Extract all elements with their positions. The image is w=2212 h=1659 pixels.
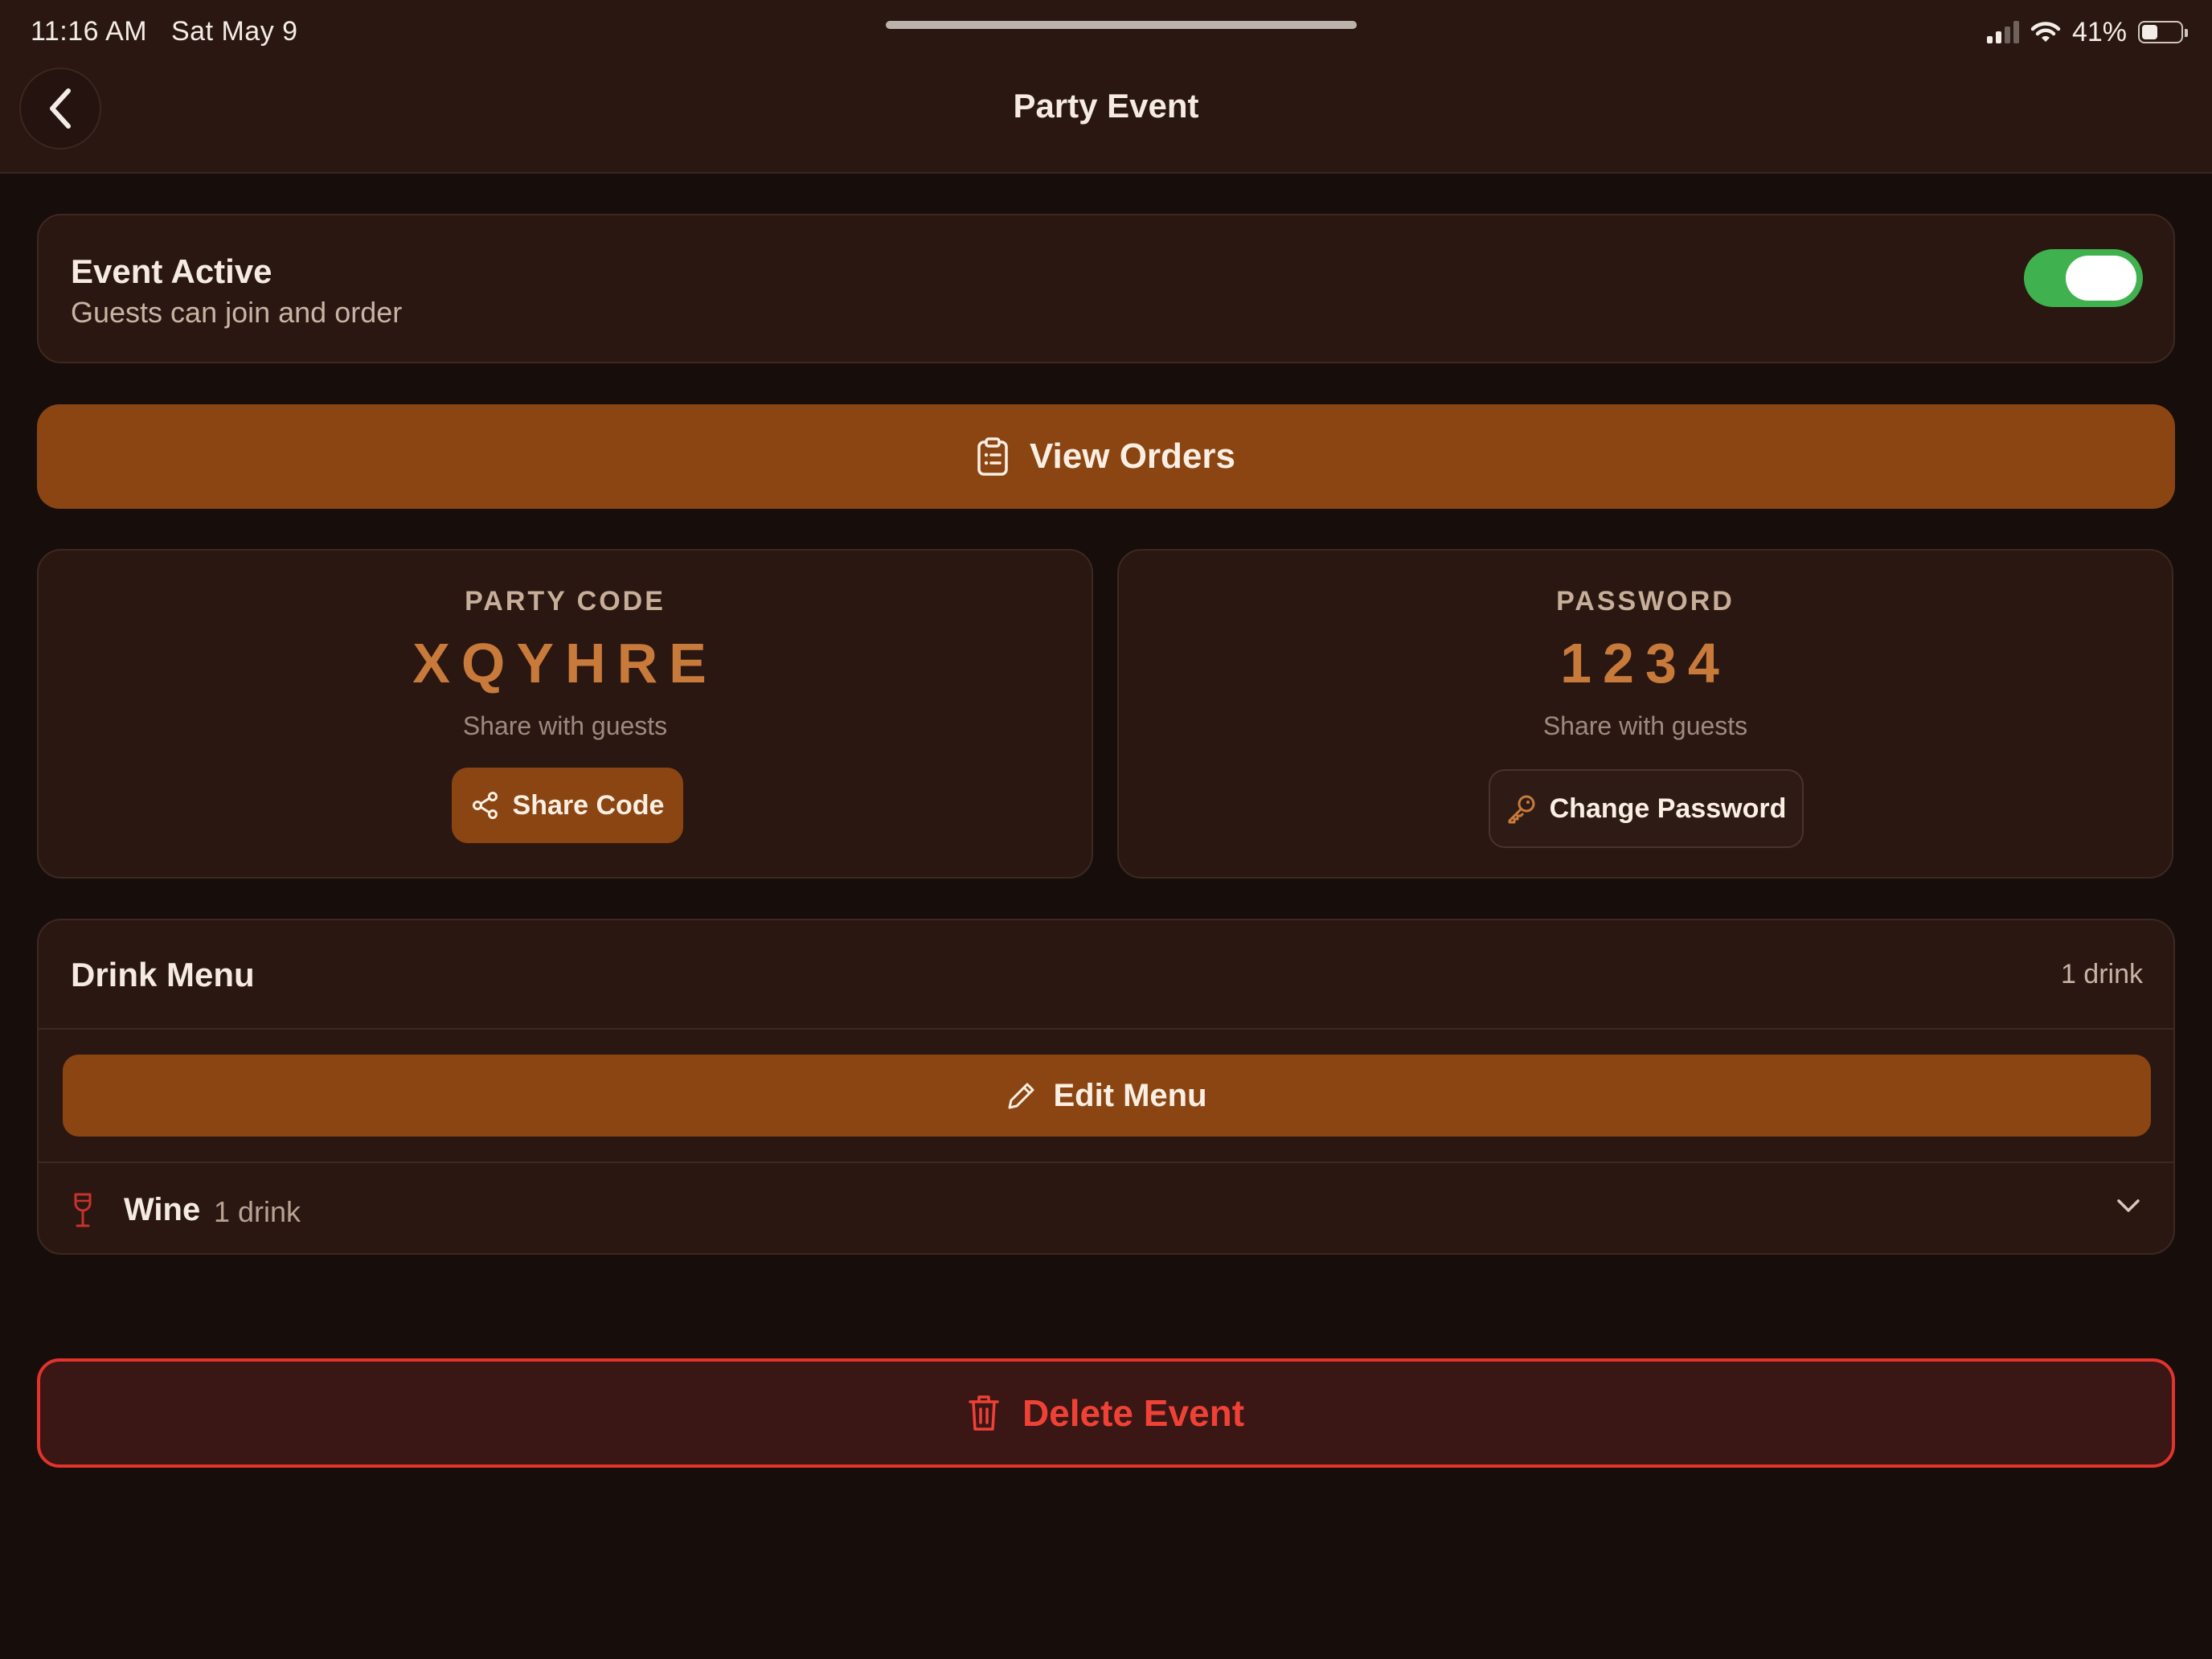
page-title: Party Event [1013, 87, 1199, 125]
app-screen: 11:16 AM Sat May 9 41% Party Event Event [0, 0, 2212, 1659]
party-code-label: PARTY CODE [465, 586, 666, 616]
cellular-signal-icon [1986, 21, 2019, 43]
drink-menu-card: Drink Menu 1 drink Edit Menu Wine 1 drin… [37, 919, 2175, 1255]
party-code-value: XQYHRE [412, 632, 718, 694]
view-orders-label: View Orders [1030, 436, 1235, 476]
drink-menu-count: 1 drink [2060, 959, 2143, 989]
status-clock: 11:16 AM [31, 16, 148, 47]
party-code-hint: Share with guests [462, 711, 668, 740]
event-active-toggle[interactable] [2024, 249, 2143, 307]
wine-glass-icon [74, 1193, 92, 1227]
edit-menu-button[interactable]: Edit Menu [63, 1055, 2151, 1137]
change-password-button[interactable]: Change Password [1489, 769, 1804, 848]
divider [39, 1028, 2173, 1030]
edit-menu-label: Edit Menu [1053, 1077, 1207, 1113]
status-indicators: 41% [1986, 14, 2188, 50]
category-name: Wine [124, 1192, 201, 1227]
status-time: 11:16 AM Sat May 9 [31, 16, 298, 47]
event-active-card: Event Active Guests can join and order [37, 214, 2175, 363]
change-password-label: Change Password [1549, 793, 1787, 824]
share-code-label: Share Code [512, 789, 665, 821]
share-icon [472, 792, 498, 819]
delete-event-button[interactable]: Delete Event [37, 1358, 2175, 1468]
key-icon [1508, 795, 1535, 824]
status-date: Sat May 9 [170, 16, 298, 47]
view-orders-button[interactable]: View Orders [37, 404, 2175, 509]
wifi-icon [2030, 22, 2061, 42]
event-active-subtitle: Guests can join and order [71, 296, 403, 329]
clipboard-icon [977, 437, 1008, 476]
trash-icon [969, 1395, 999, 1431]
password-hint: Share with guests [1542, 711, 1748, 740]
password-value: 1234 [1560, 632, 1731, 694]
password-label: PASSWORD [1556, 586, 1735, 616]
category-row-wine[interactable]: Wine 1 drink [39, 1163, 2173, 1255]
battery-percent: 41% [2071, 16, 2127, 47]
home-indicator[interactable] [886, 21, 1357, 29]
category-count: 1 drink [214, 1195, 301, 1228]
chevron-down-icon[interactable] [2116, 1197, 2141, 1215]
drink-menu-title: Drink Menu [71, 956, 255, 993]
password-card: PASSWORD 1234 Share with guests Change P… [1117, 549, 2173, 879]
delete-event-label: Delete Event [1022, 1392, 1245, 1434]
battery-icon [2138, 21, 2188, 43]
battery-level [2142, 25, 2157, 39]
pencil-icon [1008, 1083, 1034, 1109]
event-active-title: Event Active [71, 252, 272, 290]
share-code-button[interactable]: Share Code [452, 768, 683, 843]
top-bar: 11:16 AM Sat May 9 41% Party Event [0, 0, 2212, 174]
toggle-knob [2066, 256, 2136, 301]
party-code-card: PARTY CODE XQYHRE Share with guests Shar… [37, 549, 1093, 879]
